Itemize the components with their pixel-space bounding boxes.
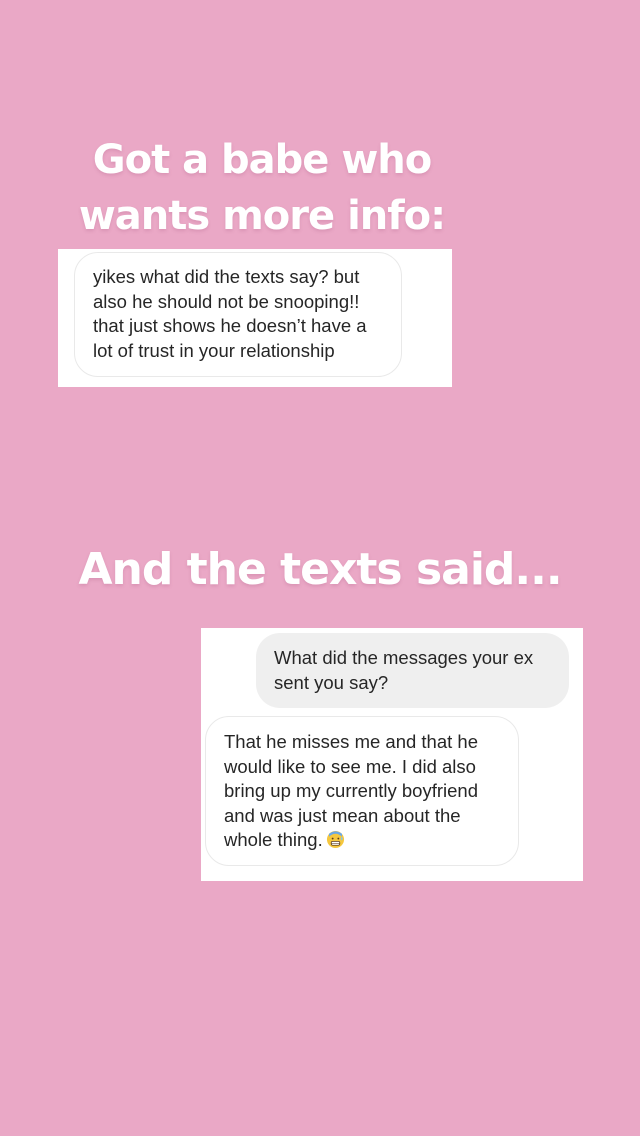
message-bubble-reply: That he misses me and that he would like… <box>205 716 519 866</box>
grimacing-face-with-sweat-icon <box>326 830 344 849</box>
headline-bottom: And the texts said... <box>78 544 562 595</box>
message-bubble-outgoing: What did the messages your ex sent you s… <box>256 633 569 708</box>
headline-top: Got a babe who wants more info: <box>78 137 446 239</box>
message-bubble-incoming: yikes what did the texts say? but also h… <box>74 252 402 377</box>
dm-screenshot-2: What did the messages your ex sent you s… <box>201 628 583 881</box>
dm-screenshot-1: yikes what did the texts say? but also h… <box>58 249 452 387</box>
reply-text: That he misses me and that he would like… <box>224 731 478 850</box>
